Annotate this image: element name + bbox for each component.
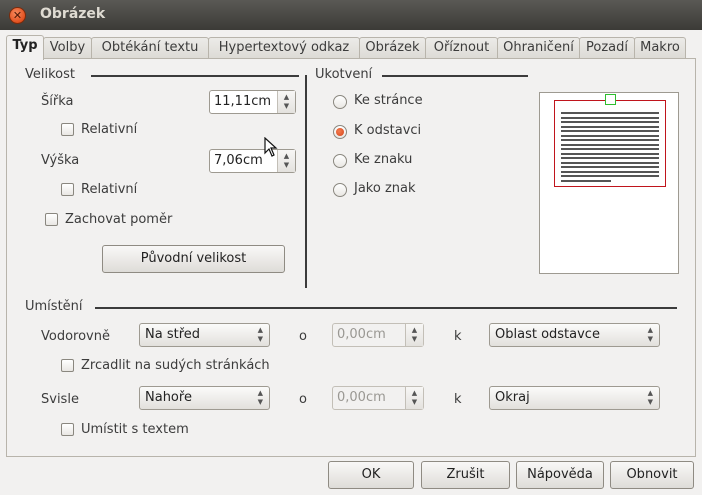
title-bar: ✕ Obrázek — [0, 0, 702, 30]
spin-arrows-icon[interactable]: ▲ ▼ — [405, 324, 423, 346]
vertical-combo[interactable]: Nahoře ▲ ▼ — [139, 386, 270, 410]
combo-arrows-icon: ▲ ▼ — [257, 326, 263, 343]
keep-ratio-checkbox[interactable] — [45, 213, 58, 226]
follow-text-label: Umístit s textem — [81, 422, 189, 437]
mirror-label: Zrcadlit na sudých stránkách — [81, 358, 270, 373]
spin-arrows-icon[interactable]: ▲ ▼ — [405, 387, 423, 409]
horizontal-to-combo[interactable]: Oblast odstavce ▲ ▼ — [489, 323, 660, 347]
tab-borders[interactable]: Ohraničení — [497, 37, 580, 59]
preview-text-line — [561, 121, 659, 123]
tab-hyperlink[interactable]: Hypertextový odkaz — [208, 37, 360, 59]
anchor-paragraph-label: K odstavci — [354, 123, 422, 138]
section-separator — [305, 75, 307, 288]
help-button[interactable]: Nápověda — [516, 461, 604, 489]
original-size-button[interactable]: Původní velikost — [102, 245, 285, 273]
vertical-label: Svisle — [41, 392, 79, 407]
preview-text-line — [561, 170, 659, 173]
horizontal-by-label: o — [299, 329, 307, 344]
vertical-by-label: o — [299, 392, 307, 407]
preview-text-line — [561, 179, 611, 182]
horizontal-to-label: k — [454, 329, 462, 344]
width-relative-checkbox[interactable] — [61, 123, 74, 136]
position-section-title: Umístění — [25, 299, 83, 314]
anchor-section-title: Ukotvení — [315, 67, 373, 82]
mirror-checkbox[interactable] — [61, 359, 74, 372]
close-icon[interactable]: ✕ — [9, 7, 26, 24]
width-spinbox[interactable]: 11,11cm ▲ ▼ — [209, 90, 296, 114]
tab-image[interactable]: Obrázek — [359, 37, 426, 59]
follow-text-checkbox[interactable] — [61, 423, 74, 436]
ok-button[interactable]: OK — [328, 461, 414, 489]
tab-macro[interactable]: Makro — [634, 37, 686, 59]
vertical-to-label: k — [454, 392, 462, 407]
preview-text-line — [561, 166, 659, 168]
window-title: Obrázek — [40, 6, 106, 22]
vertical-by-spinbox[interactable]: 0,00cm ▲ ▼ — [332, 386, 424, 410]
preview-text-line — [561, 175, 659, 177]
preview-text-line — [561, 139, 659, 141]
tab-crop[interactable]: Oříznout — [425, 37, 498, 59]
image-dialog: Typ Volby Obtékání textu Hypertextový od… — [0, 30, 702, 495]
tab-area[interactable]: Pozadí — [579, 37, 635, 59]
preview-text-line — [561, 125, 659, 128]
cancel-button[interactable]: Zrušit — [421, 461, 510, 489]
tab-wrap[interactable]: Obtékání textu — [91, 37, 209, 59]
mouse-pointer-icon — [264, 137, 278, 157]
horizontal-combo[interactable]: Na střed ▲ ▼ — [139, 323, 270, 347]
tab-type[interactable]: Typ — [6, 35, 44, 60]
combo-arrows-icon: ▲ ▼ — [257, 389, 263, 406]
preview-image-anchor — [605, 94, 616, 105]
combo-arrows-icon: ▲ ▼ — [647, 389, 653, 406]
size-divider — [91, 75, 299, 77]
anchor-paragraph-radio[interactable] — [333, 125, 347, 139]
anchor-as-char-label: Jako znak — [354, 181, 416, 196]
width-label: Šířka — [41, 94, 74, 109]
preview-text-line — [561, 116, 659, 119]
height-spinbox[interactable]: 7,06cm ▲ ▼ — [209, 149, 296, 173]
height-relative-label: Relativní — [81, 182, 138, 197]
spin-arrows-icon[interactable]: ▲ ▼ — [277, 91, 295, 113]
combo-arrows-icon: ▲ ▼ — [647, 326, 653, 343]
preview-text-line — [561, 161, 659, 164]
vertical-to-combo[interactable]: Okraj ▲ ▼ — [489, 386, 660, 410]
tab-options[interactable]: Volby — [43, 37, 92, 59]
preview-text-line — [561, 143, 659, 146]
position-preview — [539, 92, 679, 274]
size-section-title: Velikost — [25, 67, 75, 82]
anchor-character-label: Ke znaku — [354, 152, 413, 167]
preview-text-line — [561, 134, 659, 137]
reset-button[interactable]: Obnovit — [610, 461, 694, 489]
horizontal-by-spinbox[interactable]: 0,00cm ▲ ▼ — [332, 323, 424, 347]
spin-arrows-icon[interactable]: ▲ ▼ — [277, 150, 295, 172]
position-divider — [95, 307, 677, 309]
height-relative-checkbox[interactable] — [61, 183, 74, 196]
type-panel: Velikost Šířka 11,11cm ▲ ▼ Relativní Výšk… — [6, 58, 696, 457]
height-label: Výška — [41, 153, 80, 168]
preview-text-line — [561, 130, 659, 132]
keep-ratio-label: Zachovat poměr — [65, 212, 173, 227]
preview-text-line — [561, 148, 659, 150]
horizontal-label: Vodorovně — [41, 329, 110, 344]
anchor-page-label: Ke stránce — [354, 93, 423, 108]
anchor-page-radio[interactable] — [333, 95, 347, 109]
anchor-character-radio[interactable] — [333, 154, 347, 168]
preview-text-line — [561, 157, 659, 159]
anchor-as-char-radio[interactable] — [333, 183, 347, 197]
preview-text-line — [561, 152, 659, 155]
anchor-divider — [382, 75, 528, 77]
width-relative-label: Relativní — [81, 122, 138, 137]
preview-text-line — [561, 112, 659, 114]
